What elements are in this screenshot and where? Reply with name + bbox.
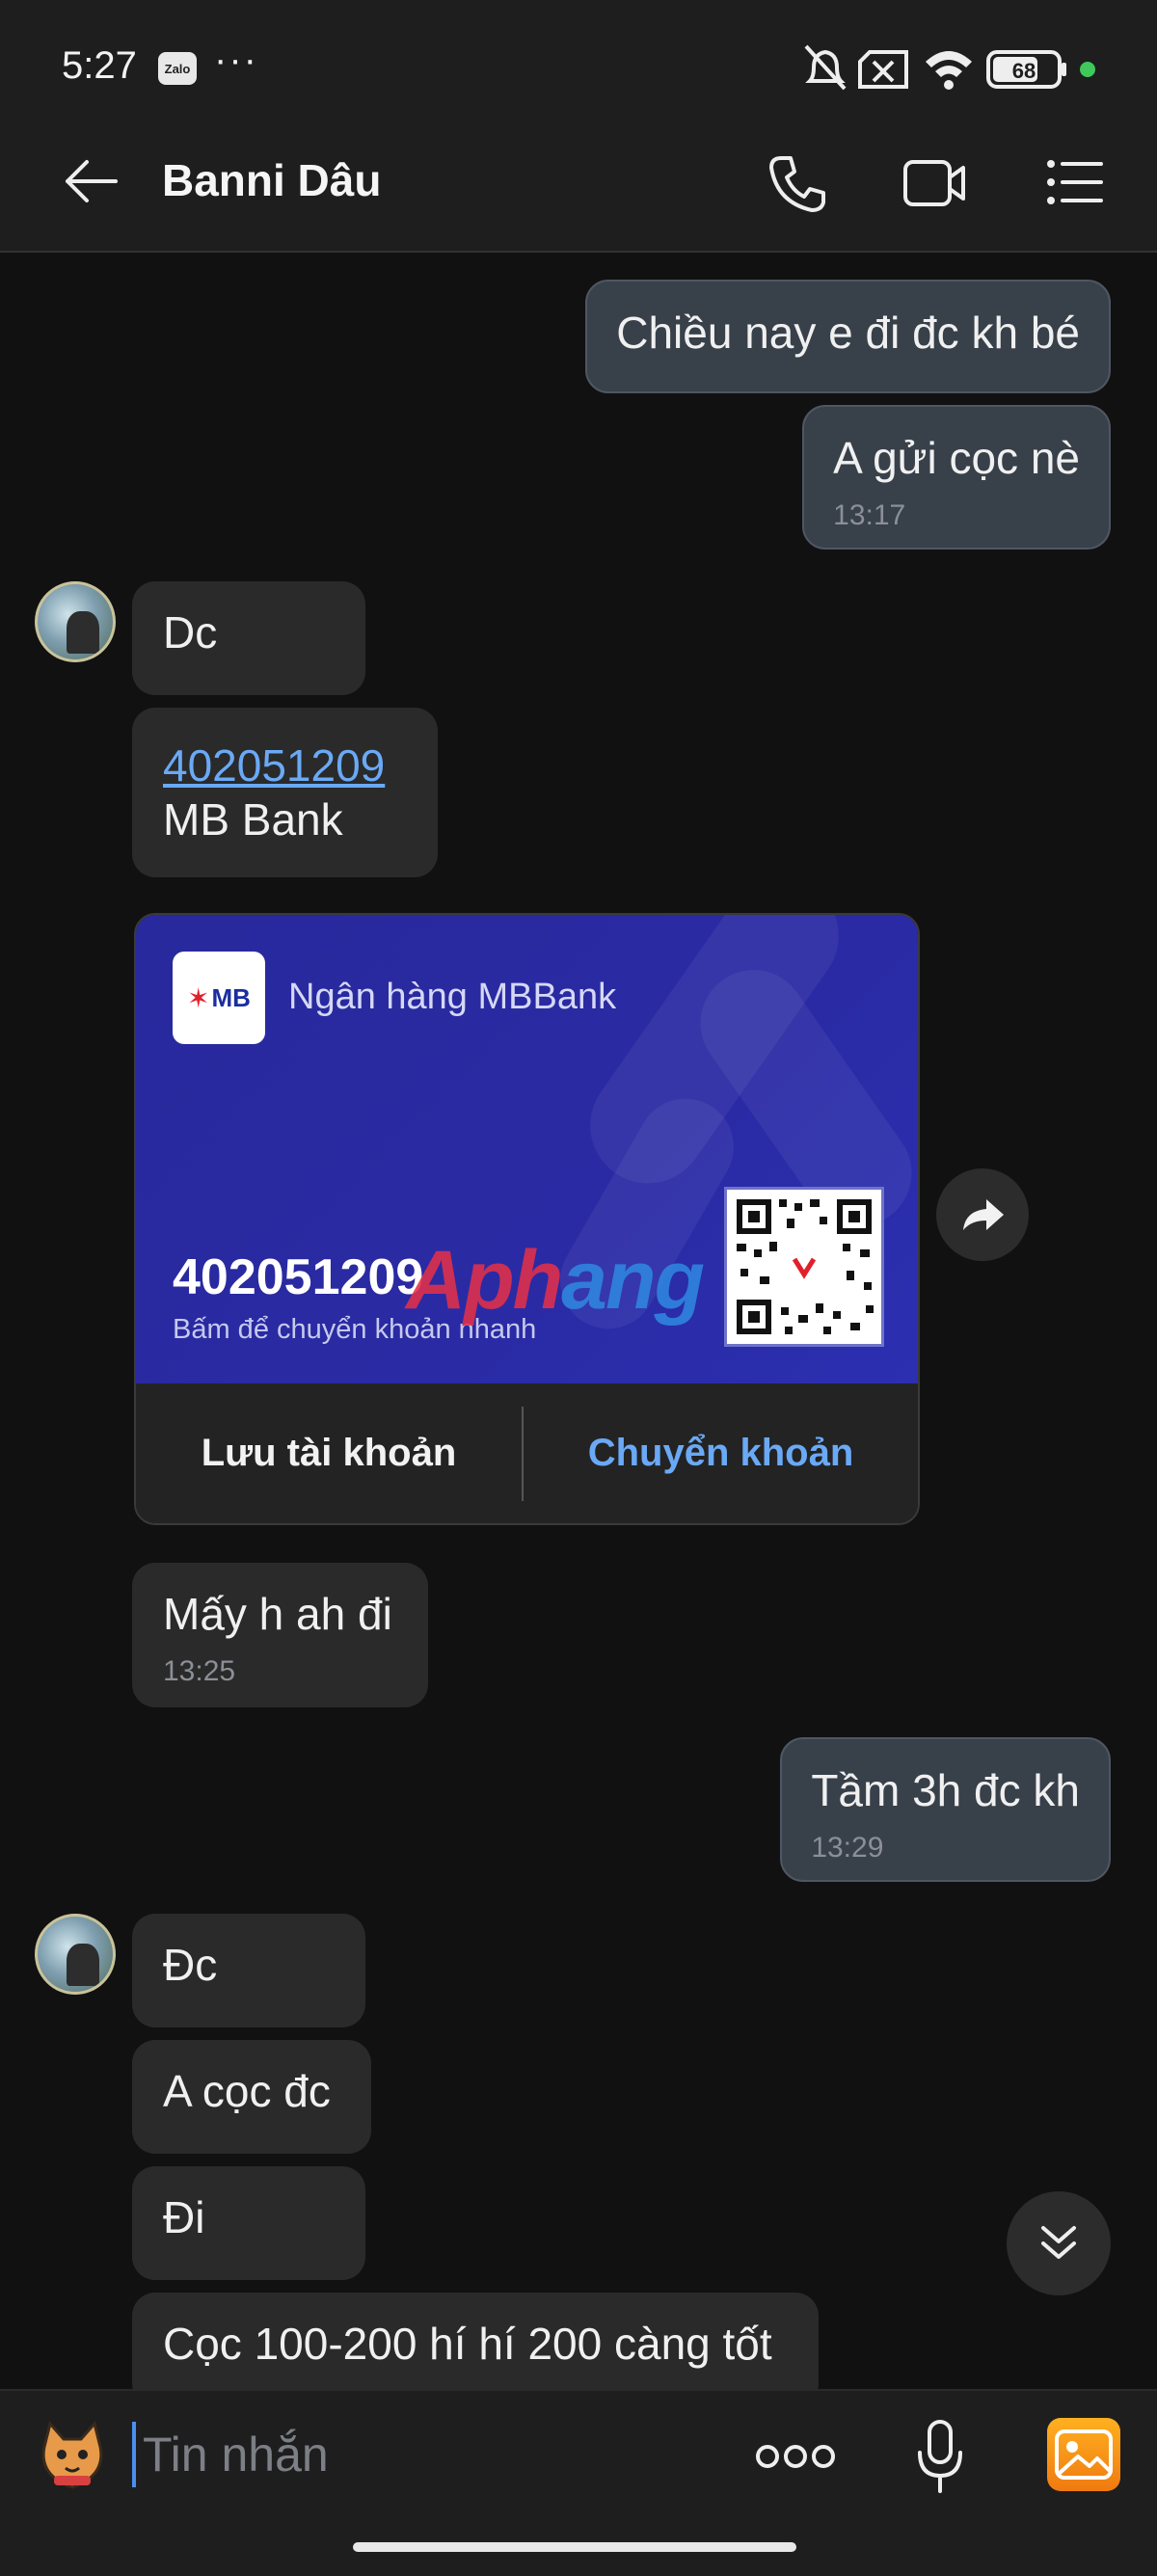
battery-level: 68 — [1012, 59, 1036, 83]
no-sim-icon — [858, 50, 908, 89]
message-bubble-incoming[interactable]: A cọc đc — [132, 2040, 371, 2154]
watermark-logo: Aphang — [406, 1234, 705, 1327]
microphone-icon — [918, 2420, 962, 2493]
message-bubble-incoming[interactable]: Đi — [132, 2166, 365, 2280]
image-gallery-icon — [1055, 2429, 1113, 2480]
cat-sticker-icon — [41, 2420, 103, 2489]
mute-icon — [804, 44, 847, 91]
status-time: 5:27 — [62, 44, 137, 87]
wifi-icon — [926, 51, 972, 90]
message-bubble-incoming[interactable]: Dc — [132, 581, 365, 695]
transfer-button[interactable]: Chuyển khoản — [524, 1383, 918, 1523]
phone-icon — [769, 156, 825, 212]
message-bubble-incoming[interactable]: Đc — [132, 1914, 365, 2027]
active-dot-icon — [1080, 62, 1095, 77]
bank-name: Ngân hàng MBBank — [288, 977, 617, 1017]
send-image-button[interactable] — [1047, 2418, 1120, 2491]
scroll-to-bottom-button[interactable] — [1007, 2191, 1111, 2295]
video-call-button[interactable] — [902, 154, 966, 212]
message-bubble-incoming[interactable]: Mấy h ah đi 13:25 — [132, 1563, 428, 1707]
message-timestamp: 13:29 — [811, 1832, 884, 1864]
home-indicator[interactable] — [353, 2542, 796, 2552]
video-camera-icon — [903, 160, 965, 206]
sticker-button[interactable] — [35, 2418, 110, 2493]
message-text: Đi — [163, 2192, 205, 2242]
text-caret — [132, 2422, 136, 2487]
message-text: Chiều nay e đi đc kh bé — [616, 308, 1080, 358]
conversation-menu-button[interactable] — [1045, 154, 1105, 210]
battery-icon: 68 — [986, 50, 1066, 89]
bank-transfer-card[interactable]: ✶ MB Ngân hàng MBBank 402051209 Bấm để ch… — [134, 913, 920, 1525]
message-text: MB Bank — [163, 794, 343, 845]
card-account-number: 402051209 — [173, 1249, 424, 1305]
arrow-left-icon — [66, 160, 118, 202]
zalo-notification-icon: Zalo — [158, 52, 197, 85]
message-text: Cọc 100-200 hí hí 200 càng tốt — [163, 2319, 772, 2369]
card-actions: Lưu tài khoản Chuyển khoản — [136, 1383, 918, 1523]
message-timestamp: 13:17 — [833, 499, 906, 531]
ellipsis-icon — [756, 2445, 835, 2468]
message-text: Tầm 3h đc kh — [811, 1765, 1080, 1815]
message-bubble-outgoing[interactable]: Chiều nay e đi đc kh bé — [585, 280, 1111, 393]
contact-avatar[interactable] — [35, 581, 116, 662]
double-chevron-down-icon — [1041, 2226, 1076, 2259]
message-input[interactable] — [141, 2410, 723, 2499]
account-number-link[interactable]: 402051209 — [163, 740, 385, 791]
message-bubble-incoming[interactable]: 402051209 MB Bank — [132, 708, 438, 877]
voice-message-button[interactable] — [916, 2418, 964, 2495]
message-bubble-outgoing[interactable]: A gửi cọc nè 13:17 — [802, 405, 1111, 550]
bank-card-body[interactable]: ✶ MB Ngân hàng MBBank 402051209 Bấm để ch… — [136, 915, 918, 1383]
forward-button[interactable] — [936, 1168, 1029, 1261]
mb-bank-logo-icon: ✶ MB — [173, 952, 265, 1044]
message-text: A gửi cọc nè — [833, 433, 1080, 483]
save-account-button[interactable]: Lưu tài khoản — [136, 1383, 522, 1523]
list-menu-icon — [1047, 160, 1103, 204]
message-text: Dc — [163, 607, 218, 657]
forward-arrow-icon — [963, 1199, 1004, 1230]
status-icons: 68 — [800, 40, 1118, 98]
more-options-button[interactable] — [752, 2429, 839, 2483]
message-timestamp: 13:25 — [163, 1655, 236, 1687]
message-bubble-outgoing[interactable]: Tầm 3h đc kh 13:29 — [780, 1737, 1111, 1882]
message-text: Mấy h ah đi — [163, 1589, 392, 1639]
contact-name[interactable]: Banni Dâu — [162, 154, 381, 206]
message-text: A cọc đc — [163, 2066, 331, 2116]
voice-call-button[interactable] — [767, 152, 827, 214]
message-text: Đc — [163, 1940, 218, 1990]
back-button[interactable] — [58, 154, 125, 208]
qr-code-icon[interactable] — [724, 1187, 884, 1347]
contact-avatar[interactable] — [35, 1914, 116, 1995]
more-notifications-indicator: ··· — [214, 39, 258, 81]
